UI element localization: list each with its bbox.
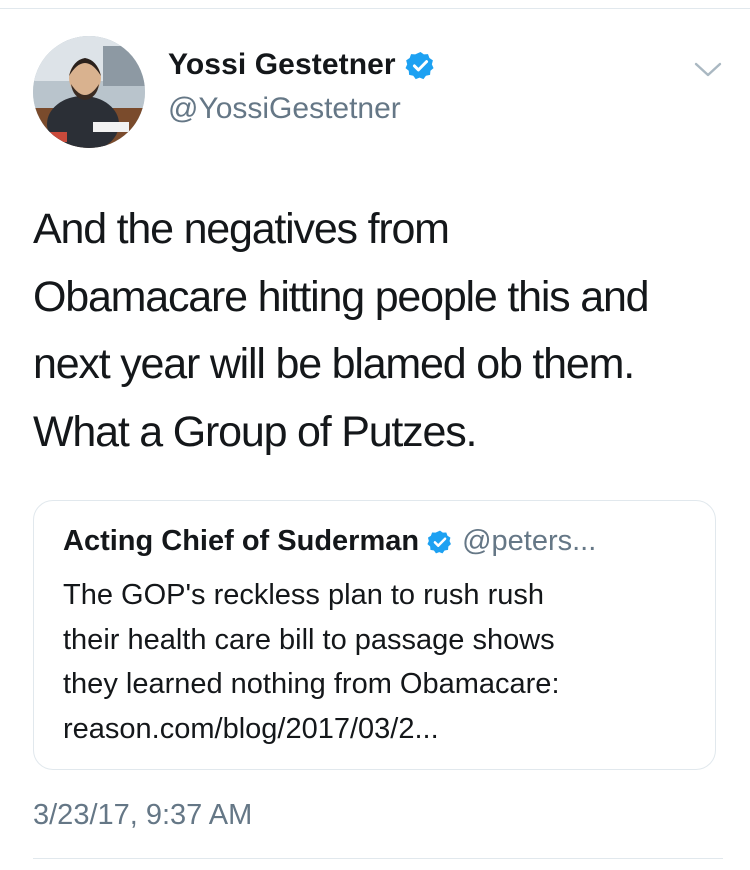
quoted-tweet-header: Acting Chief of Suderman @peters... [63,525,596,558]
avatar-image [33,36,145,148]
tweet-text-line: next year will be blamed ob them. [33,340,635,388]
quoted-text-link[interactable]: reason.com/blog/2017/03/2... [63,707,703,752]
quoted-text-line: The GOP's reckless plan to rush rush [63,579,545,611]
avatar[interactable] [33,36,145,148]
quoted-tweet-card[interactable]: Acting Chief of Suderman @peters... The … [33,500,716,770]
tweet-text: And the negatives from Obamacare hitting… [33,196,733,466]
quoted-tweet-text: The GOP's reckless plan to rush rush the… [63,573,703,751]
verified-badge-icon [405,51,434,79]
quoted-text-line: their health care bill to passage shows [63,623,555,656]
quoted-author-handle: @peters... [462,525,597,557]
tweet-text-line: And the negatives from [33,205,450,253]
tweet-text-line: Obamacare hitting people this and [33,272,650,321]
author-handle[interactable]: @YossiGestetner [168,92,401,126]
quoted-text-line: they learned nothing from Obamacare: [63,668,560,700]
quoted-author-name: Acting Chief of Suderman [63,525,420,557]
bottom-divider [33,858,723,859]
verified-badge-icon [427,530,452,553]
top-divider [0,8,750,9]
chevron-down-icon[interactable] [693,60,723,80]
author-name-row[interactable]: Yossi Gestetner [168,48,436,82]
author-display-name[interactable]: Yossi Gestetner [168,48,396,82]
tweet-timestamp[interactable]: 3/23/17, 9:37 AM [33,799,252,832]
tweet-text-line: What a Group of Putzes. [33,407,477,456]
